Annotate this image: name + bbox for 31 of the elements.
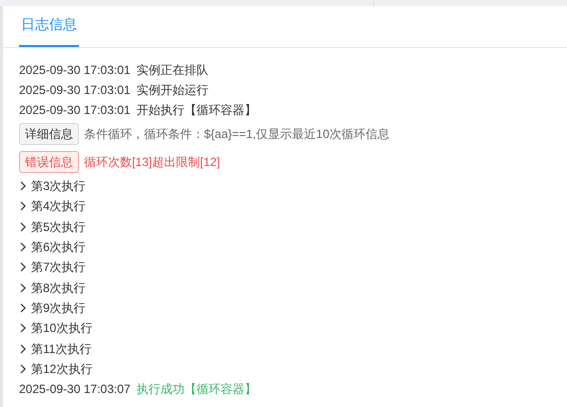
chevron-icon [19, 364, 27, 374]
chevron-icon [19, 323, 27, 334]
log-timestamp: 2025-09-30 17:03:01 [19, 82, 130, 99]
log-message: 执行成功【循环容器】 [136, 380, 256, 398]
log-timestamp: 2025-09-30 17:03:07 [19, 380, 130, 398]
chevron-icon [19, 222, 27, 232]
chevron-icon [19, 344, 27, 354]
chevron-icon [19, 181, 27, 192]
iteration-row[interactable]: 第10次执行 [19, 318, 92, 338]
tag-description: 循环次数[13]超出限制[12] [84, 154, 220, 171]
chevron-icon [19, 201, 27, 212]
iteration-row[interactable]: 第3次执行 [19, 176, 86, 196]
iteration-row[interactable]: 第7次执行 [19, 257, 86, 278]
iteration-row[interactable]: 第5次执行 [19, 216, 86, 237]
iteration-row[interactable]: 第9次执行 [19, 298, 86, 318]
log-message: 实例正在排队 [136, 62, 208, 79]
log-message: 实例开始运行 [136, 82, 208, 99]
chevron-icon [19, 262, 27, 272]
chevron-icon [19, 302, 27, 313]
chevron-icon [19, 242, 27, 252]
iteration-row[interactable]: 第4次执行 [19, 196, 86, 217]
tag-button[interactable]: 详细信息 [19, 123, 79, 145]
iteration-row[interactable]: 第11次执行 [19, 338, 92, 359]
chevron-icon [19, 282, 27, 293]
log-timestamp: 2025-09-30 17:03:01 [19, 102, 130, 119]
iteration-row[interactable]: 第6次执行 [19, 236, 86, 258]
log-message: 开始执行【循环容器】 [136, 102, 256, 119]
log-timestamp: 2025-09-30 17:03:01 [19, 62, 130, 79]
tag-description: 条件循环，循环条件：${aa}==1,仅显示最近10次循环信息 [84, 126, 390, 143]
iteration-row[interactable]: 第12次执行 [19, 358, 92, 379]
iteration-row[interactable]: 第8次执行 [19, 277, 86, 298]
